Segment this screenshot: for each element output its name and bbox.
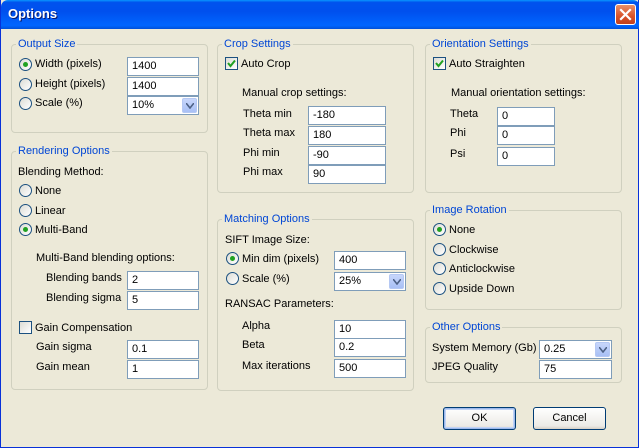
psi-label: Psi	[450, 148, 466, 160]
jpeg-quality-input[interactable]: 75	[539, 360, 612, 379]
width-radio[interactable]	[19, 58, 32, 71]
phi-label: Phi	[450, 127, 466, 139]
height-input[interactable]: 1400	[127, 77, 199, 96]
rotation-anticlockwise-radio[interactable]	[433, 262, 446, 275]
gain-compensation-label: Gain Compensation	[35, 322, 133, 334]
phi-min-input[interactable]: -90	[308, 146, 386, 165]
phi-max-input[interactable]: 90	[308, 165, 386, 184]
gain-mean-input[interactable]: 1	[127, 360, 199, 379]
auto-straighten-checkbox[interactable]	[433, 57, 446, 70]
gain-sigma-label: Gain sigma	[36, 341, 92, 353]
auto-crop-checkbox[interactable]	[225, 57, 238, 70]
rotation-upside-down-label: Upside Down	[449, 283, 515, 295]
system-memory-label: System Memory (Gb)	[432, 342, 537, 354]
phi-max-label: Phi max	[243, 166, 283, 178]
width-label: Width (pixels)	[35, 58, 102, 70]
options-dialog: Options Output Size Width (pixels) 1400 …	[0, 0, 639, 448]
system-memory-value: 0.25	[544, 343, 566, 355]
sift-scale-label: Scale (%)	[242, 273, 290, 285]
min-dim-label: Min dim (pixels)	[242, 253, 320, 265]
blend-multiband-label: Multi-Band	[35, 224, 88, 236]
system-memory-select[interactable]: 0.25	[539, 340, 612, 359]
blending-bands-input[interactable]: 2	[127, 271, 199, 290]
alpha-input[interactable]: 10	[334, 320, 406, 339]
ok-button[interactable]: OK	[443, 407, 516, 430]
theta-input[interactable]: 0	[497, 107, 555, 126]
phi-input[interactable]: 0	[497, 126, 555, 145]
matching-options-legend: Matching Options	[224, 213, 310, 225]
title-bar[interactable]: Options	[1, 0, 639, 29]
phi-min-label: Phi min	[243, 147, 280, 159]
sift-scale-radio[interactable]	[226, 272, 239, 285]
crop-settings-legend: Crop Settings	[224, 38, 291, 50]
ransac-label: RANSAC Parameters:	[225, 298, 334, 310]
blend-none-radio[interactable]	[19, 184, 32, 197]
output-size-legend: Output Size	[18, 38, 76, 50]
chevron-down-icon[interactable]	[595, 342, 610, 357]
min-dim-radio[interactable]	[226, 252, 239, 265]
rotation-upside-down-radio[interactable]	[433, 282, 446, 295]
max-iterations-input[interactable]: 500	[334, 359, 406, 378]
checkmark-icon	[227, 59, 236, 68]
theta-max-label: Theta max	[243, 127, 295, 139]
scale-label: Scale (%)	[35, 97, 83, 109]
rotation-none-radio[interactable]	[433, 223, 446, 236]
beta-label: Beta	[242, 339, 265, 351]
rotation-anticlockwise-label: Anticlockwise	[449, 263, 516, 275]
sift-scale-value: 25%	[339, 275, 362, 287]
orientation-settings-legend: Orientation Settings	[432, 38, 529, 50]
max-iterations-label: Max iterations	[242, 360, 311, 372]
scale-radio[interactable]	[19, 97, 32, 110]
other-options-legend: Other Options	[432, 321, 501, 333]
blending-sigma-input[interactable]: 5	[127, 291, 199, 310]
window-title: Options	[8, 6, 58, 21]
min-dim-input[interactable]: 400	[334, 251, 406, 270]
auto-straighten-label: Auto Straighten	[449, 58, 525, 70]
theta-max-input[interactable]: 180	[308, 126, 386, 145]
rotation-clockwise-label: Clockwise	[449, 244, 499, 256]
jpeg-quality-label: JPEG Quality	[432, 361, 499, 373]
blending-bands-label: Blending bands	[46, 272, 122, 284]
blending-method-label: Blending Method:	[18, 166, 104, 178]
manual-crop-label: Manual crop settings:	[242, 87, 347, 99]
blend-linear-radio[interactable]	[19, 204, 32, 217]
sift-scale-select[interactable]: 25%	[334, 272, 406, 291]
blend-multiband-radio[interactable]	[19, 223, 32, 236]
width-input[interactable]: 1400	[127, 57, 199, 76]
rotation-clockwise-radio[interactable]	[433, 243, 446, 256]
close-button[interactable]	[615, 4, 636, 25]
chevron-down-icon[interactable]	[182, 98, 197, 113]
gain-sigma-input[interactable]: 0.1	[127, 340, 199, 359]
blend-linear-label: Linear	[35, 205, 66, 217]
alpha-label: Alpha	[242, 320, 271, 332]
psi-input[interactable]: 0	[497, 147, 555, 166]
theta-label: Theta	[450, 108, 479, 120]
rotation-none-label: None	[449, 224, 476, 236]
manual-orientation-label: Manual orientation settings:	[451, 87, 586, 99]
image-rotation-legend: Image Rotation	[432, 204, 507, 216]
output-scale-value: 10%	[132, 99, 155, 111]
close-icon	[619, 8, 632, 21]
rendering-options-legend: Rendering Options	[18, 145, 110, 157]
gain-compensation-checkbox[interactable]	[19, 321, 32, 334]
height-label: Height (pixels)	[35, 78, 106, 90]
cancel-button[interactable]: Cancel	[533, 407, 606, 430]
height-radio[interactable]	[19, 78, 32, 91]
auto-crop-label: Auto Crop	[241, 58, 291, 70]
blending-sigma-label: Blending sigma	[46, 292, 122, 304]
theta-min-input[interactable]: -180	[308, 106, 386, 125]
multiband-options-label: Multi-Band blending options:	[36, 252, 175, 264]
beta-input[interactable]: 0.2	[334, 338, 406, 357]
output-scale-select[interactable]: 10%	[127, 96, 199, 115]
theta-min-label: Theta min	[243, 108, 292, 120]
blend-none-label: None	[35, 185, 62, 197]
chevron-down-icon[interactable]	[389, 274, 404, 289]
checkmark-icon	[435, 59, 444, 68]
sift-size-label: SIFT Image Size:	[225, 234, 310, 246]
gain-mean-label: Gain mean	[36, 361, 90, 373]
